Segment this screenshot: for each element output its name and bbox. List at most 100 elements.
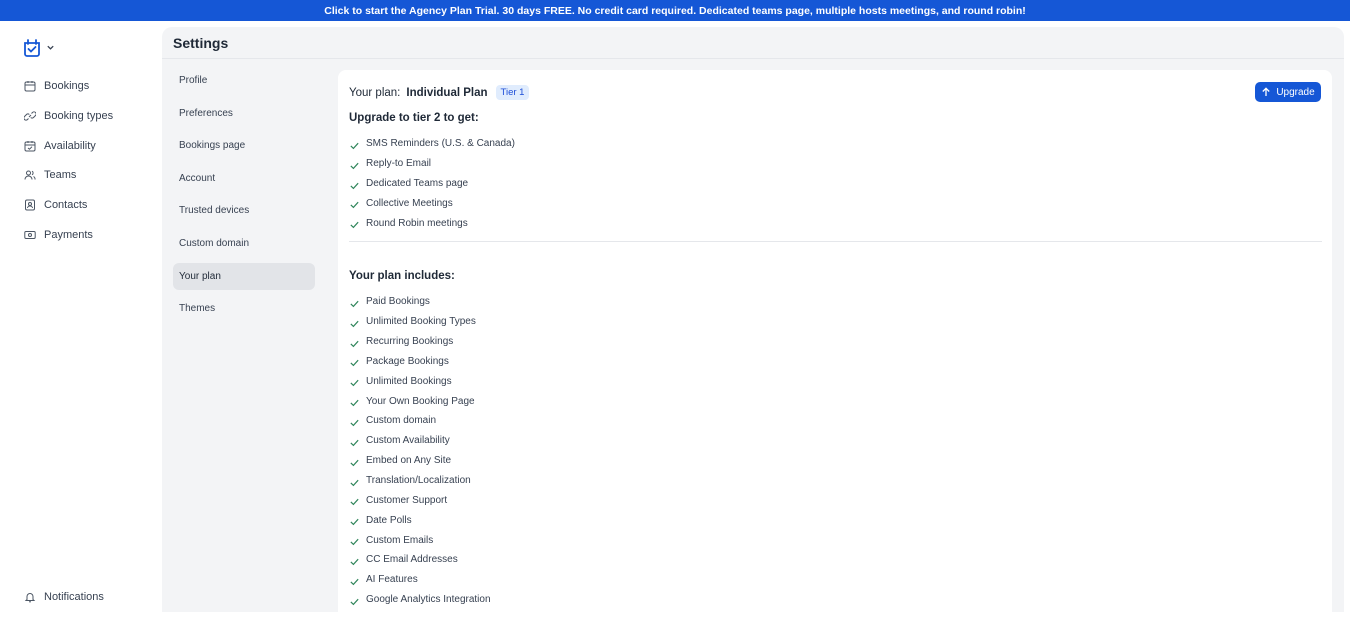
feature-item: Dedicated Teams page — [349, 174, 515, 194]
check-icon — [350, 399, 359, 407]
tab-custom-domain[interactable]: Custom domain — [173, 230, 315, 257]
check-icon — [350, 558, 359, 566]
feature-label: Round Robin meetings — [366, 217, 468, 229]
feature-item: Paid Bookings — [349, 292, 491, 312]
tier-badge: Tier 1 — [495, 85, 530, 100]
feature-label: Embed on Any Site — [366, 455, 452, 467]
check-icon — [350, 459, 359, 466]
feature-label: Date Polls — [366, 514, 412, 526]
feature-label: Unlimited Booking Types — [366, 316, 476, 328]
plan-name: Individual Plan — [406, 86, 488, 99]
sidebar-item-teams[interactable]: Teams — [24, 169, 76, 181]
tab-bookings-page[interactable]: Bookings page — [173, 132, 315, 159]
feature-item: CC Email Addresses — [349, 550, 491, 570]
sidebar-item-label: Notifications — [44, 591, 104, 603]
calendar-logo-icon — [24, 39, 40, 57]
calendar-check-icon — [24, 141, 36, 152]
link-icon — [24, 111, 36, 121]
payments-icon — [24, 231, 36, 239]
tab-your-plan[interactable]: Your plan — [173, 262, 315, 290]
divider — [349, 241, 1322, 242]
feature-item: Custom Emails — [349, 530, 491, 550]
feature-item: AI Features — [349, 570, 491, 590]
check-icon — [350, 222, 359, 229]
feature-item: Round Robin meetings — [349, 213, 515, 233]
feature-item: Unlimited Bookings — [349, 371, 491, 391]
feature-item: Customer Support — [349, 490, 491, 510]
sidebar-item-notifications[interactable]: Notifications — [24, 591, 104, 603]
feature-item: Unlimited Booking Types — [349, 312, 491, 332]
tab-themes[interactable]: Themes — [173, 295, 315, 322]
check-icon — [350, 419, 359, 427]
check-icon — [350, 202, 359, 209]
feature-item: SMS Reminders (U.S. & Canada) — [349, 134, 515, 154]
feature-label: Customer Support — [366, 494, 448, 506]
upgrade-heading: Upgrade to tier 2 to get: — [349, 112, 479, 124]
check-icon — [350, 598, 359, 605]
feature-label: Reply-to Email — [366, 158, 432, 170]
settings-panel: Settings Profile Preferences Bookings pa… — [162, 27, 1344, 630]
plan-prefix: Your plan: — [349, 86, 401, 99]
sidebar-item-label: Availability — [44, 140, 96, 152]
upgrade-button[interactable]: Upgrade — [1255, 82, 1321, 102]
arrow-up-icon — [1262, 87, 1270, 96]
check-icon — [350, 538, 359, 546]
feature-label: Unlimited Bookings — [366, 375, 452, 387]
feature-label: Custom domain — [366, 415, 437, 427]
check-icon — [350, 380, 359, 387]
feature-item: Collective Meetings — [349, 194, 515, 214]
check-icon — [350, 499, 359, 506]
trial-banner[interactable]: Click to start the Agency Plan Trial. 30… — [0, 0, 1350, 21]
feature-label: Collective Meetings — [366, 197, 453, 209]
feature-item: Package Bookings — [349, 352, 491, 372]
check-icon — [350, 300, 359, 308]
calendar-icon — [24, 81, 36, 92]
feature-label: Your Own Booking Page — [366, 395, 475, 407]
upgrade-feature-list: SMS Reminders (U.S. & Canada) Reply-to Em… — [349, 134, 515, 233]
check-icon — [350, 360, 359, 367]
feature-item: Custom domain — [349, 411, 491, 431]
check-icon — [350, 519, 359, 526]
includes-feature-list: Paid Bookings Unlimited Booking Types Recu… — [349, 292, 491, 610]
feature-label: Recurring Bookings — [366, 336, 454, 348]
feature-label: Package Bookings — [366, 355, 449, 367]
feature-item: Translation/Localization — [349, 471, 491, 491]
sidebar-item-label: Contacts — [44, 199, 88, 211]
upgrade-label: Upgrade — [1276, 86, 1315, 98]
check-icon — [350, 182, 359, 189]
feature-label: Custom Emails — [366, 534, 434, 546]
plan-summary: Your plan: Individual Plan Tier 1 — [349, 85, 530, 100]
feature-label: CC Email Addresses — [366, 554, 458, 566]
sidebar-item-booking-types[interactable]: Booking types — [24, 110, 113, 122]
sidebar-item-label: Teams — [44, 169, 77, 181]
sidebar: Bookings Booking types Availability Team… — [0, 21, 162, 612]
sidebar-item-label: Booking types — [44, 110, 114, 122]
bell-icon — [24, 593, 36, 603]
feature-label: SMS Reminders (U.S. & Canada) — [366, 138, 515, 150]
feature-item: Embed on Any Site — [349, 451, 491, 471]
feature-label: Dedicated Teams page — [366, 178, 469, 190]
tab-profile[interactable]: Profile — [173, 67, 315, 94]
feature-item: Google Analytics Integration — [349, 590, 491, 610]
tab-trusted-devices[interactable]: Trusted devices — [173, 197, 315, 224]
sidebar-item-bookings[interactable]: Bookings — [24, 80, 89, 92]
check-icon — [350, 479, 359, 486]
trial-banner-text: Click to start the Agency Plan Trial. 30… — [324, 4, 1026, 17]
settings-header: Settings — [162, 27, 1344, 59]
feature-item: Date Polls — [349, 510, 491, 530]
tab-account[interactable]: Account — [173, 165, 315, 192]
sidebar-item-availability[interactable]: Availability — [24, 140, 96, 152]
feature-label: Custom Availability — [366, 435, 450, 447]
sidebar-item-payments[interactable]: Payments — [24, 229, 93, 241]
feature-label: Translation/Localization — [366, 475, 471, 487]
settings-subnav: Profile Preferences Bookings page Accoun… — [173, 67, 315, 328]
sidebar-item-contacts[interactable]: Contacts — [24, 199, 87, 211]
tab-preferences[interactable]: Preferences — [173, 100, 315, 127]
app-logo-menu[interactable] — [22, 38, 55, 57]
feature-item: Reply-to Email — [349, 154, 515, 174]
check-icon — [350, 340, 359, 347]
feature-item: Recurring Bookings — [349, 332, 491, 352]
chevron-down-icon — [47, 45, 54, 50]
check-icon — [350, 162, 359, 170]
page-title: Settings — [173, 34, 229, 51]
